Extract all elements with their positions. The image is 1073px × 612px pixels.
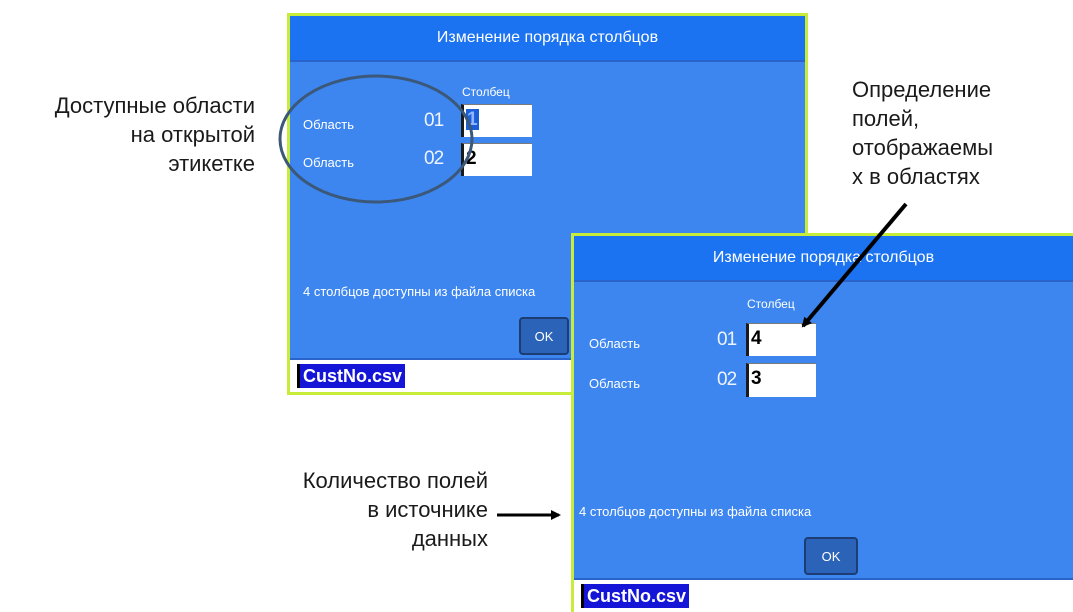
callout-line: Количество полей: [302, 468, 488, 493]
area-label-1: Область: [303, 117, 355, 132]
area-label-2: Область: [303, 155, 355, 170]
area-field-1-value: 1: [466, 109, 479, 130]
column-header: Столбец: [462, 85, 510, 99]
callout-line: в источнике: [367, 497, 488, 522]
columns-available-info: 4 столбцов доступны из файла списка: [579, 504, 812, 519]
area-number-2: 02: [424, 148, 444, 169]
ok-button[interactable]: OK: [804, 537, 858, 575]
callout-field-count: Количество полей в источнике данных: [220, 466, 488, 553]
callout-line: Доступные области: [54, 93, 255, 118]
area-number-1: 01: [424, 110, 444, 131]
filename[interactable]: CustNo.csv: [581, 584, 690, 608]
callout-line: данных: [411, 526, 488, 551]
file-bar: CustNo.csv: [574, 578, 1073, 612]
area-number-2: 02: [717, 369, 737, 390]
filename[interactable]: CustNo.csv: [297, 364, 406, 388]
callout-line: на открытой: [130, 122, 255, 147]
area-field-2[interactable]: 2: [461, 143, 532, 176]
callout-available-areas: Доступные области на открытой этикетке: [20, 91, 255, 178]
area-number-1: 01: [717, 329, 737, 350]
callout-line: Определение: [852, 77, 992, 102]
ok-button[interactable]: OK: [519, 317, 569, 355]
area-field-2[interactable]: 3: [746, 363, 816, 397]
callout-field-definition: Определение полей, отображаемы х в облас…: [852, 75, 1062, 191]
area-label-2: Область: [589, 376, 641, 391]
callout-line: полей,: [852, 106, 920, 131]
columns-available-info: 4 столбцов доступны из файла списка: [303, 284, 536, 299]
dialog-title: Изменение порядка столбцов: [290, 16, 805, 62]
reorder-columns-dialog-bottom: Изменение порядка столбцов Столбец Облас…: [571, 233, 1073, 612]
area-field-2-value: 3: [751, 368, 762, 389]
callout-line: отображаемы: [852, 135, 994, 160]
column-header: Столбец: [747, 297, 795, 311]
area-field-1[interactable]: 4: [746, 323, 816, 356]
callout-line: х в областях: [852, 164, 980, 189]
dialog-title: Изменение порядка столбцов: [574, 236, 1073, 282]
area-field-1[interactable]: 1: [461, 104, 532, 137]
area-label-1: Область: [589, 336, 641, 351]
callout-line: этикетке: [168, 151, 255, 176]
area-field-2-value: 2: [466, 148, 477, 169]
area-field-1-value: 4: [751, 328, 762, 349]
